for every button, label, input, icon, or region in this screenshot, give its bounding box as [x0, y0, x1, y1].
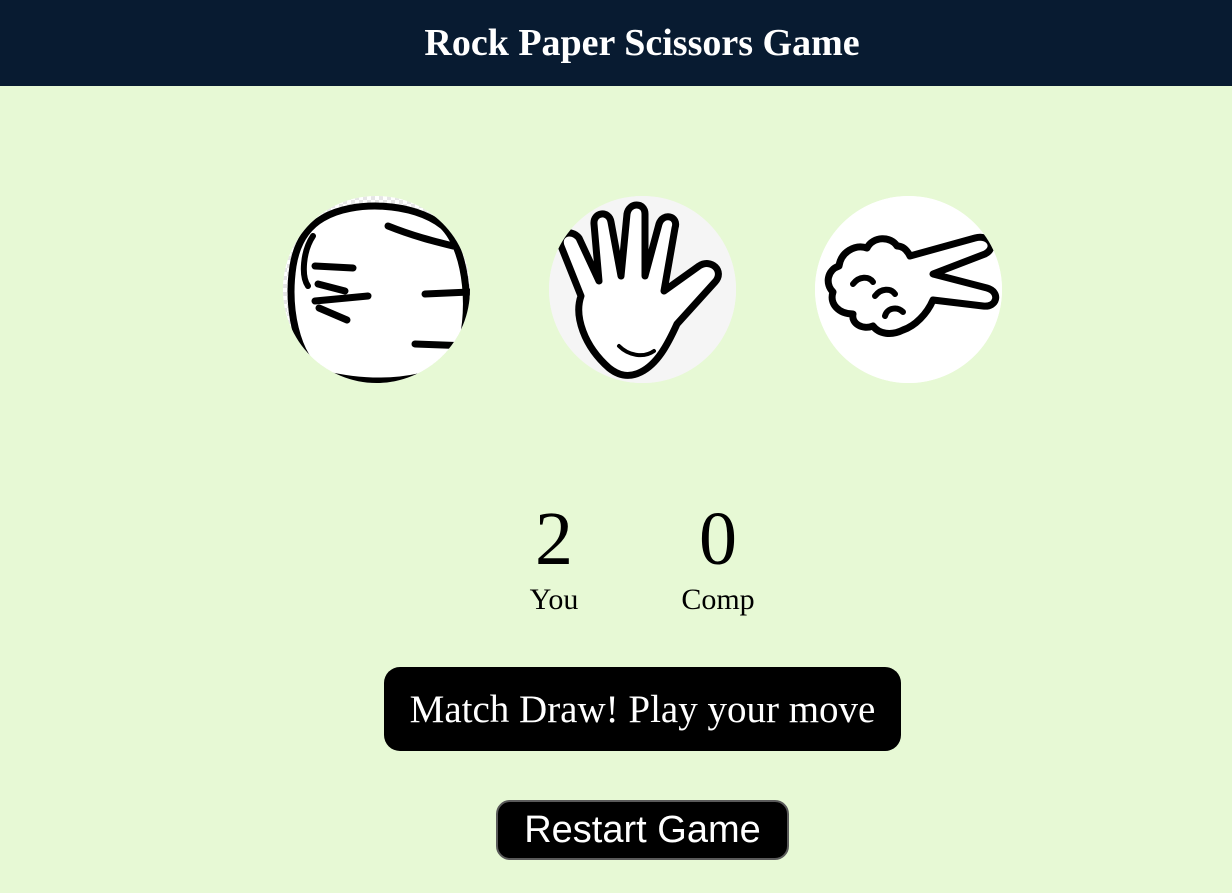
user-score-block: 2 You [474, 496, 634, 618]
user-score: 2 [535, 497, 573, 581]
choice-scissors[interactable] [815, 196, 1002, 383]
user-score-label: You [529, 583, 579, 616]
game-message: Match Draw! Play your move [384, 667, 901, 751]
restart-game-button[interactable]: Restart Game [496, 800, 789, 860]
comp-score-label: Comp [681, 583, 755, 616]
header-bar: Rock Paper Scissors Game [0, 0, 1232, 86]
paper-hand-icon [549, 196, 736, 383]
comp-score: 0 [699, 497, 737, 581]
choice-rock[interactable] [283, 196, 470, 383]
rock-fist-icon [283, 196, 470, 383]
choice-paper[interactable] [549, 196, 736, 383]
comp-score-block: 0 Comp [638, 496, 798, 618]
scissors-hand-icon [815, 196, 1002, 383]
page-title: Rock Paper Scissors Game [424, 22, 860, 64]
